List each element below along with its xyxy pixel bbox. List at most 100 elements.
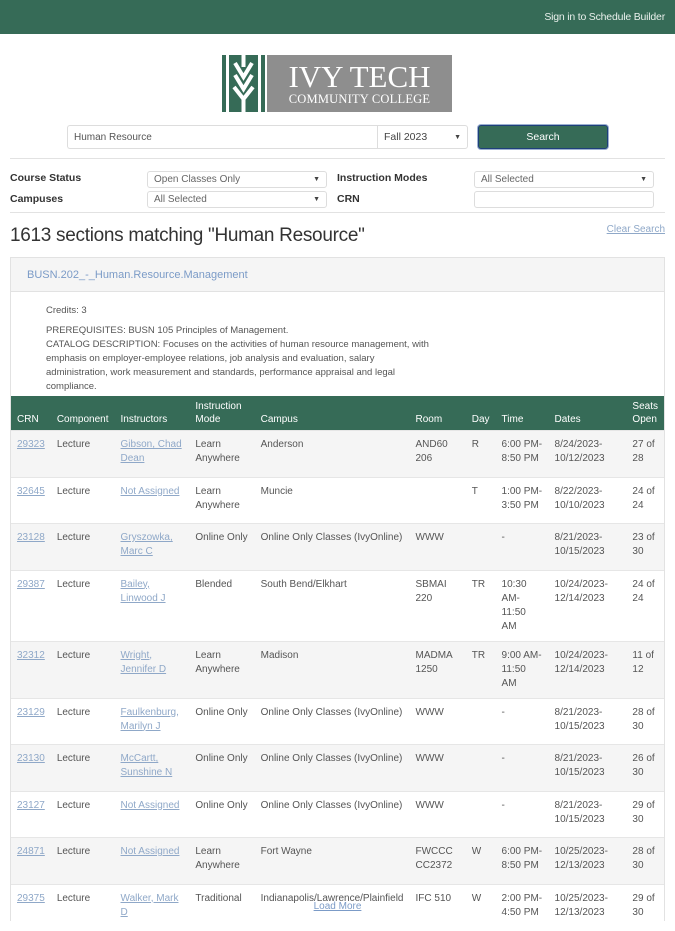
campuses-select[interactable]: All Selected ▼ (147, 191, 327, 208)
table-row: 29387 Lecture Bailey, Linwood J Blended Sout… (11, 569, 664, 641)
crn-link[interactable]: 29323 (17, 439, 45, 450)
instructor-link[interactable]: Not Assigned (121, 486, 180, 497)
component-cell: Lecture (50, 430, 115, 477)
instructor-cell: Not Assigned (114, 790, 190, 838)
crn-input[interactable] (474, 191, 654, 208)
divider (10, 212, 665, 213)
seats-cell: 29 of 30 (626, 790, 664, 838)
dates-cell: 10/24/2023-12/14/2023 (548, 569, 627, 641)
table-row: 23128 Lecture Gryszowka, Marc C Online Only… (11, 523, 664, 570)
crn-link[interactable]: 29387 (17, 579, 45, 590)
time-cell: 6:00 PM-8:50 PM (495, 837, 549, 884)
campus-cell: Online Only Classes (IvyOnline) (254, 744, 410, 791)
campus-cell: Online Only Classes (IvyOnline) (254, 523, 410, 570)
crn-link[interactable]: 24871 (17, 846, 45, 857)
table-row: 23127 Lecture Not Assigned Online Only Onlin… (11, 790, 664, 838)
instruction-mode-cell: Online Only (189, 790, 255, 838)
seats-cell: 23 of 30 (626, 523, 664, 570)
table-row: 23129 Lecture Faulkenburg, Marilyn J Online… (11, 697, 664, 745)
term-select[interactable]: Fall 2023 ▼ (377, 125, 468, 149)
seats-cell: 28 of 30 (626, 837, 664, 884)
crn-cell: 23128 (11, 523, 51, 570)
day-cell: T (465, 476, 496, 524)
room-cell: WWW (409, 744, 466, 791)
crn-cell: 23129 (11, 697, 51, 745)
crn-link[interactable]: 32312 (17, 650, 45, 661)
header-component: Component (50, 396, 115, 431)
divider (10, 158, 665, 159)
instruction-mode-cell: Learn Anywhere (189, 476, 255, 524)
caret-down-icon: ▼ (454, 133, 461, 141)
instructor-link[interactable]: Gibson, Chad Dean (121, 439, 182, 464)
table-row: 23130 Lecture McCartt, Sunshine N Online On… (11, 744, 664, 791)
time-cell: - (495, 790, 549, 838)
instructor-link[interactable]: Not Assigned (121, 800, 180, 811)
day-cell (465, 697, 496, 745)
instructor-link[interactable]: Wright, Jennifer D (121, 650, 167, 675)
header-crn: CRN (11, 396, 51, 431)
instructor-link[interactable]: Bailey, Linwood J (121, 579, 166, 604)
dates-cell: 10/24/2023-12/14/2023 (548, 640, 627, 698)
day-cell: TR (465, 569, 496, 641)
table-row: 29323 Lecture Gibson, Chad Dean Learn Anywh… (11, 430, 664, 477)
table-row: 24871 Lecture Not Assigned Learn Anywhere Fo… (11, 837, 664, 884)
sign-in-link[interactable]: Sign in to Schedule Builder (544, 11, 665, 23)
time-cell: 1:00 PM-3:50 PM (495, 476, 549, 524)
sections-table: CRN Component Instructors Instruction Mo… (11, 396, 664, 931)
top-bar: Sign in to Schedule Builder (0, 0, 675, 34)
time-cell: 10:30 AM-11:50 AM (495, 569, 549, 641)
results-title: 1613 sections matching "Human Resource" (10, 225, 365, 246)
crn-link[interactable]: 23129 (17, 707, 45, 718)
time-cell: - (495, 744, 549, 791)
campus-cell: Muncie (254, 476, 410, 524)
load-more-link[interactable]: Load More (314, 901, 362, 912)
campus-cell: South Bend/Elkhart (254, 569, 410, 641)
crn-link[interactable]: 23128 (17, 532, 45, 543)
instructor-link[interactable]: Faulkenburg, Marilyn J (121, 707, 179, 732)
instruction-modes-select[interactable]: All Selected ▼ (474, 171, 654, 188)
instruction-mode-cell: Learn Anywhere (189, 640, 255, 698)
room-cell: WWW (409, 697, 466, 745)
component-cell: Lecture (50, 790, 115, 838)
component-cell: Lecture (50, 697, 115, 745)
logo-line2: COMMUNITY COLLEGE (288, 91, 431, 106)
course-card: BUSN.202_-_Human.Resource.Management Cre… (10, 257, 665, 931)
course-status-value: Open Classes Only (154, 174, 241, 185)
room-cell: WWW (409, 523, 466, 570)
load-more-container: Load More (11, 901, 664, 912)
dates-cell: 8/21/2023-10/15/2023 (548, 523, 627, 570)
header-campus: Campus (254, 396, 410, 431)
day-cell: TR (465, 640, 496, 698)
course-description: CATALOG DESCRIPTION: Focuses on the acti… (46, 339, 429, 392)
instructor-link[interactable]: McCartt, Sunshine N (121, 753, 173, 778)
crn-link[interactable]: 32645 (17, 486, 45, 497)
instructor-link[interactable]: Not Assigned (121, 846, 180, 857)
header-instruction-mode: Instruction Mode (189, 396, 255, 431)
seats-cell: 26 of 30 (626, 744, 664, 791)
crn-link[interactable]: 23127 (17, 800, 45, 811)
room-cell: WWW (409, 790, 466, 838)
table-row: 32312 Lecture Wright, Jennifer D Learn Anyw… (11, 640, 664, 698)
clear-search-link[interactable]: Clear Search (607, 224, 665, 235)
component-cell: Lecture (50, 640, 115, 698)
course-status-label: Course Status (10, 172, 82, 184)
instructor-cell: Gibson, Chad Dean (114, 430, 190, 477)
course-status-select[interactable]: Open Classes Only ▼ (147, 171, 327, 188)
time-cell: - (495, 523, 549, 570)
crn-label: CRN (337, 193, 360, 205)
crn-link[interactable]: 23130 (17, 753, 45, 764)
course-title-link[interactable]: BUSN.202_-_Human.Resource.Management (27, 269, 248, 281)
crn-cell: 32645 (11, 476, 51, 524)
instructor-link[interactable]: Gryszowka, Marc C (121, 532, 173, 557)
instruction-mode-cell: Learn Anywhere (189, 430, 255, 477)
time-cell: - (495, 697, 549, 745)
header-day: Day (465, 396, 496, 431)
room-cell: FWCCC CC2372 (409, 837, 466, 884)
search-input[interactable]: Human Resource (67, 125, 377, 149)
component-cell: Lecture (50, 744, 115, 791)
seats-cell: 24 of 24 (626, 569, 664, 641)
header-instructors: Instructors (114, 396, 190, 431)
caret-down-icon: ▼ (313, 196, 320, 203)
header-dates: Dates (548, 396, 627, 431)
search-button[interactable]: Search (478, 125, 608, 149)
